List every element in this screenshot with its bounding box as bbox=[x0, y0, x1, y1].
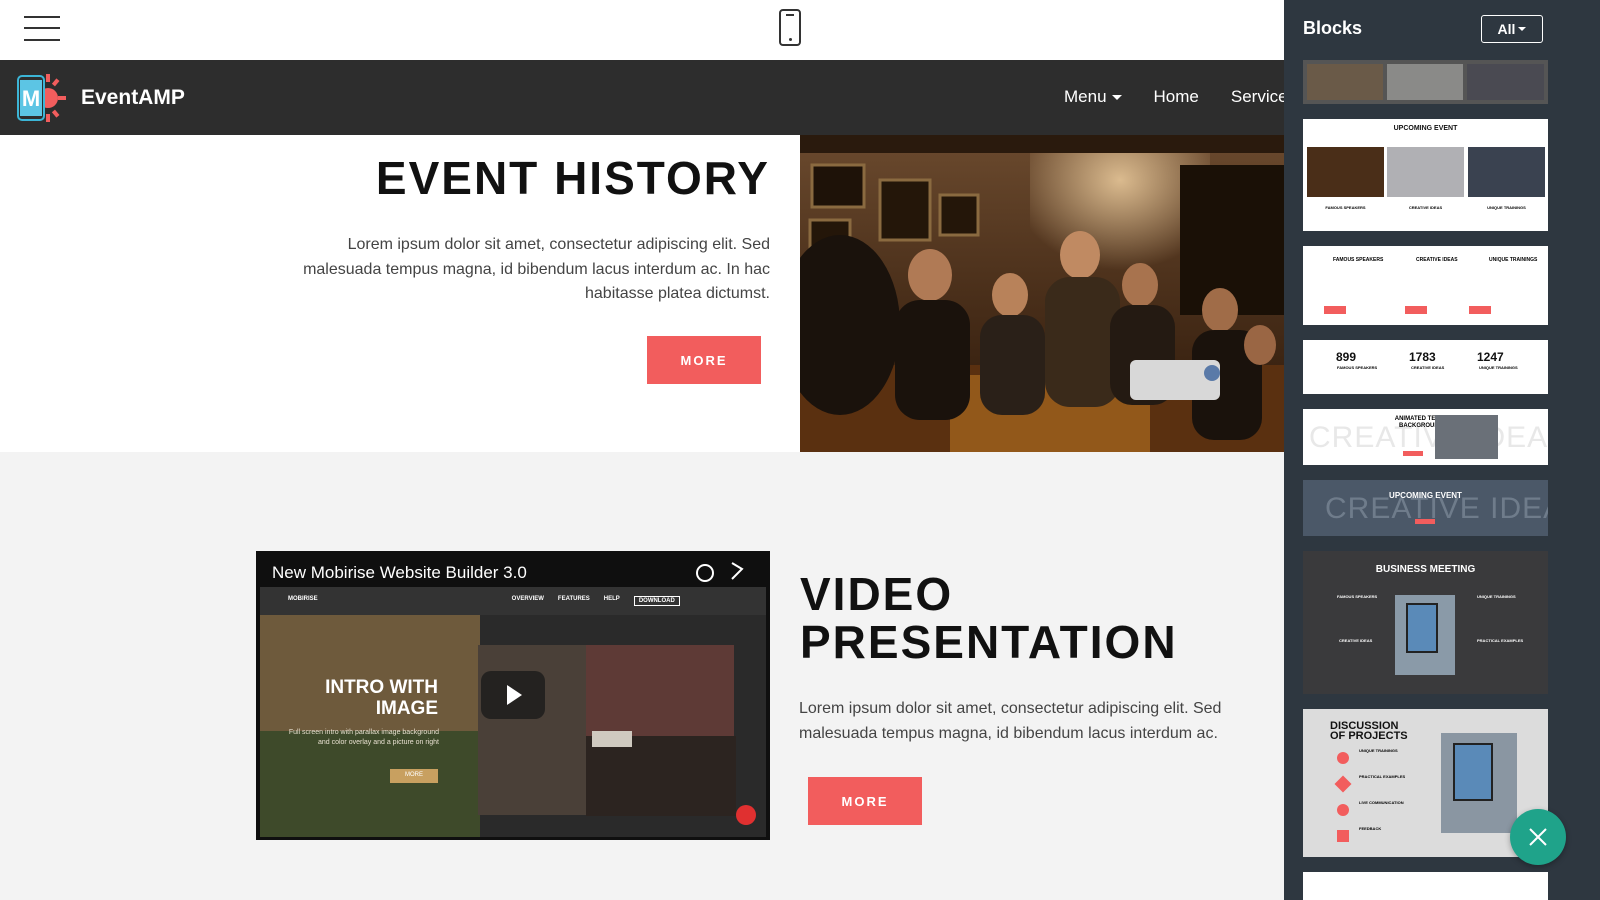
video-inner-heading: INTRO WITH IMAGE bbox=[325, 677, 438, 719]
mobile-phone-icon[interactable] bbox=[779, 9, 801, 46]
brand-name[interactable]: EventAMP bbox=[81, 86, 185, 110]
thumb-label: UNIQUE TRAININGS bbox=[1477, 594, 1516, 599]
video-more-button[interactable]: MORE bbox=[808, 777, 922, 825]
video-title-line2: PRESENTATION bbox=[800, 616, 1178, 668]
thumb-label: CREATIVE IDEAS bbox=[1339, 638, 1373, 643]
event-history-section: EVENT HISTORY Lorem ipsum dolor sit amet… bbox=[0, 135, 1284, 452]
site-navbar: M EventAMP Menu Home Services bbox=[0, 60, 1284, 135]
thumb-title: UPCOMING EVENT bbox=[1389, 491, 1462, 500]
event-history-more-button[interactable]: MORE bbox=[647, 336, 761, 384]
video-inner-subtext: Full screen intro with parallax image ba… bbox=[288, 729, 439, 746]
block-thumb-next[interactable] bbox=[1303, 872, 1548, 900]
thumb-label: FEEDBACK bbox=[1359, 826, 1382, 831]
video-nav-item: OVERVIEW bbox=[511, 596, 544, 602]
video-nav-item: DOWNLOAD bbox=[633, 596, 680, 606]
close-fab-button[interactable] bbox=[1510, 809, 1566, 865]
thumb-title-line2: OF PROJECTS bbox=[1330, 730, 1408, 742]
thumb-label: LIVE COMMUNICATION bbox=[1359, 800, 1404, 805]
hamburger-icon[interactable] bbox=[24, 14, 60, 42]
thumb-label: UNIQUE TRAININGS bbox=[1489, 257, 1538, 263]
blocks-panel-title: Blocks bbox=[1303, 18, 1363, 38]
editor-toolbar bbox=[0, 0, 1284, 60]
thumb-label: FAMOUS SPEAKERS bbox=[1337, 594, 1378, 599]
thumb-label: FAMOUS SPEAKERS bbox=[1333, 257, 1384, 263]
block-thumb-features-icons[interactable]: FAMOUS SPEAKERS CREATIVE IDEAS UNIQUE TR… bbox=[1303, 246, 1548, 325]
logo-icon[interactable]: M bbox=[14, 72, 66, 124]
thumb-label: CREATIVE IDEAS bbox=[1416, 257, 1458, 263]
counter-label: UNIQUE TRAININGS bbox=[1479, 365, 1518, 370]
thumb-title: BUSINESS MEETING bbox=[1375, 564, 1476, 575]
thumb-label: UNIQUE TRAININGS bbox=[1487, 205, 1526, 210]
block-thumb-business-meeting[interactable]: BUSINESS MEETING FAMOUS SPEAKERS UNIQUE … bbox=[1303, 551, 1548, 694]
blocks-panel: Blocks All UPCOMING EVENT FAMOUS SPEAKER… bbox=[1284, 0, 1600, 900]
thumb-label: PRACTICAL EXAMPLES bbox=[1477, 638, 1524, 643]
block-thumb-upcoming-event[interactable]: UPCOMING EVENT FAMOUS SPEAKERS CREATIVE … bbox=[1303, 119, 1548, 231]
video-inner-nav: MOBIRISE OVERVIEW FEATURES HELP DOWNLOAD bbox=[288, 596, 680, 606]
video-title-line1: VIDEO bbox=[800, 568, 954, 620]
video-section: New Mobirise Website Builder 3.0 MOBIRIS… bbox=[0, 452, 1284, 900]
block-thumb-features-photos[interactable] bbox=[1303, 60, 1548, 104]
caret-down-icon bbox=[1111, 95, 1122, 101]
video-nav-brand: MOBIRISE bbox=[288, 596, 318, 602]
video-nav-item: HELP bbox=[603, 596, 620, 602]
event-history-title: EVENT HISTORY bbox=[375, 152, 770, 204]
video-title[interactable]: New Mobirise Website Builder 3.0 bbox=[272, 563, 527, 583]
video-inner-button: MORE bbox=[405, 772, 423, 778]
event-audience-photo bbox=[800, 135, 1284, 452]
block-thumb-upcoming-event-overlay[interactable]: CREATIVE IDEA UPCOMING EVENT bbox=[1303, 480, 1548, 536]
blocks-filter-dropdown[interactable]: All bbox=[1481, 15, 1543, 43]
event-history-text: Lorem ipsum dolor sit amet, consectetur … bbox=[303, 236, 770, 302]
counter-value: 1783 bbox=[1409, 350, 1436, 364]
nav-links: Menu Home Services bbox=[1064, 87, 1284, 107]
thumb-label: PRACTICAL EXAMPLES bbox=[1359, 774, 1406, 779]
nav-link-home[interactable]: Home bbox=[1154, 87, 1199, 107]
thumb-label: CREATIVE IDEAS bbox=[1408, 205, 1443, 210]
counter-label: FAMOUS SPEAKERS bbox=[1337, 365, 1378, 370]
counter-value: 899 bbox=[1336, 350, 1357, 364]
caret-down-icon bbox=[1518, 27, 1527, 31]
thumb-label: UNIQUE TRAININGS bbox=[1359, 748, 1398, 753]
nav-link-menu[interactable]: Menu bbox=[1064, 87, 1122, 107]
svg-text:M: M bbox=[22, 86, 40, 111]
close-icon bbox=[1529, 828, 1547, 846]
counter-value: 1247 bbox=[1477, 350, 1504, 364]
video-nav-item: FEATURES bbox=[557, 596, 590, 602]
editor-root: M EventAMP Menu Home Services EVENT HIST… bbox=[0, 0, 1600, 900]
video-section-title: VIDEO PRESENTATION bbox=[800, 570, 1178, 666]
filter-label: All bbox=[1497, 21, 1516, 37]
thumb-title: UPCOMING EVENT bbox=[1393, 125, 1458, 132]
video-section-text: Lorem ipsum dolor sit amet, consectetur … bbox=[799, 700, 1222, 742]
video-player[interactable]: New Mobirise Website Builder 3.0 MOBIRIS… bbox=[256, 551, 770, 840]
thumb-label: FAMOUS SPEAKERS bbox=[1325, 205, 1366, 210]
counter-label: CREATIVE IDEAS bbox=[1411, 365, 1445, 370]
block-thumb-counters[interactable]: 899 1783 1247 FAMOUS SPEAKERS CREATIVE I… bbox=[1303, 340, 1548, 394]
audience-image bbox=[800, 135, 1284, 452]
block-thumb-animated-text[interactable]: CREATIVE IDEAS ANIMATED TEXT BACKGROUND bbox=[1303, 409, 1548, 465]
thumb-title: ANIMATED TEXT BACKGROUND bbox=[1394, 416, 1443, 429]
nav-link-services[interactable]: Services bbox=[1231, 87, 1284, 107]
